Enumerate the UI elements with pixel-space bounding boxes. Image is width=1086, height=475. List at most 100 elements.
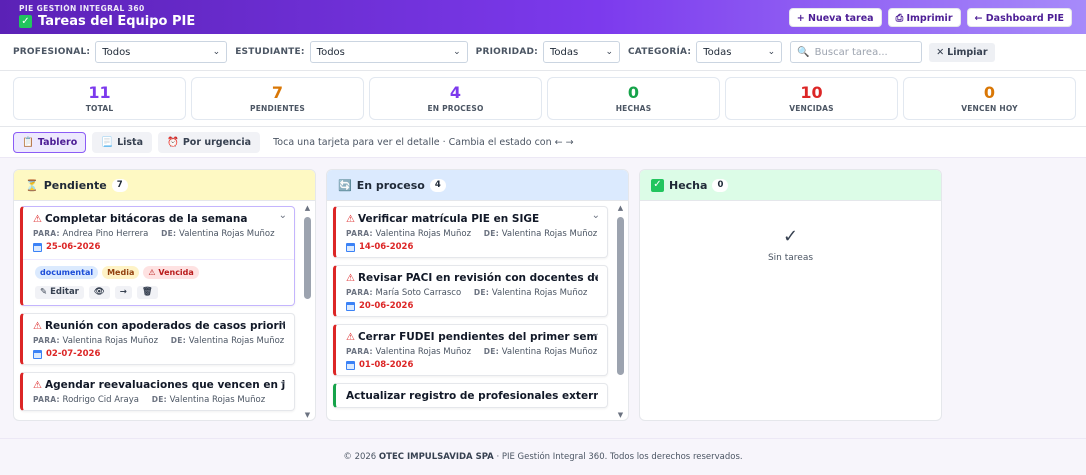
stat-overdue-label: VENCIDAS <box>789 104 834 113</box>
chevron-down-icon: ⌄ <box>453 47 461 57</box>
task-title-text: Agendar reevaluaciones que vencen en jul… <box>44 379 285 391</box>
tab-urgency-label: Por urgencia <box>182 136 252 148</box>
task-title-text: Actualizar registro de profesionales ext… <box>346 390 598 402</box>
column-done-header: ✓ Hecha 0 <box>640 170 941 201</box>
column-done-count: 0 <box>712 178 729 192</box>
priority-badge: Media <box>102 266 140 279</box>
tab-urgency[interactable]: ⏰ Por urgencia <box>158 131 261 153</box>
categoria-filter-label: CATEGORÍA: <box>627 47 692 57</box>
column-pending-count: 7 <box>111 178 128 192</box>
from-label: DE: <box>483 229 500 238</box>
task-card[interactable]: ⚠ Completar bitácoras de la semana ⌄ PAR… <box>20 206 295 306</box>
page-title: ✓ Tareas del Equipo PIE <box>19 14 195 29</box>
task-card[interactable]: Actualizar registro de profesionales ext… <box>333 383 608 408</box>
calendar-icon <box>346 360 355 370</box>
task-card-footer: documental Media ⚠ Vencida ✎ Editar 👁 → … <box>23 259 294 305</box>
clear-filters-button[interactable]: ✕ Limpiar <box>929 42 995 62</box>
column-pending-scrollbar[interactable]: ▲ ▼ <box>303 204 312 419</box>
task-due-date-text: 20-06-2026 <box>359 301 414 311</box>
column-done: ✓ Hecha 0 ✓ Sin tareas <box>639 169 942 421</box>
task-due-date: 20-06-2026 <box>346 301 598 311</box>
print-button[interactable]: ⎙ Imprimir <box>887 8 961 27</box>
stat-in-progress-label: EN PROCESO <box>427 104 484 113</box>
task-card[interactable]: ⚠ Verificar matrícula PIE en SIGE ⌄ PARA… <box>333 206 608 258</box>
card-menu-icon[interactable]: ⌄ <box>279 210 287 221</box>
profesional-select-value: Todos <box>102 46 131 58</box>
stat-overdue: 10 VENCIDAS <box>725 77 898 120</box>
dashboard-button[interactable]: ← Dashboard PIE <box>966 8 1072 27</box>
column-in-progress-scrollbar[interactable]: ▲ ▼ <box>616 204 625 419</box>
task-meta: PARA: Rodrigo Cid Araya DE: Valentina Ro… <box>33 395 285 405</box>
footer-copyright: © 2026 <box>343 452 377 462</box>
from-label: DE: <box>170 336 187 345</box>
warning-icon: ⚠ <box>346 272 355 284</box>
profesional-select[interactable]: Todos ⌄ <box>95 41 228 63</box>
task-title-text: Completar bitácoras de la semana <box>44 213 248 225</box>
task-due-date: 14-06-2026 <box>346 242 598 252</box>
view-hint: Toca una tarjeta para ver el detalle · C… <box>273 136 574 148</box>
search-icon: 🔍 <box>797 46 810 58</box>
task-due-date-text: 01-08-2026 <box>359 360 414 370</box>
task-card[interactable]: ⚠ Reunión con apoderados de casos priori… <box>20 313 295 365</box>
card-menu-icon[interactable]: ⌄ <box>279 317 287 328</box>
tab-board[interactable]: 📋 Tablero <box>13 131 87 153</box>
stat-done-value: 0 <box>627 83 640 102</box>
task-card[interactable]: ⚠ Revisar PACI en revisión con docentes … <box>333 265 608 317</box>
task-assignee: María Soto Carrasco <box>375 288 462 298</box>
scroll-down-icon[interactable]: ▼ <box>616 411 625 419</box>
task-due-date: 25-06-2026 <box>33 242 285 252</box>
tab-list[interactable]: 📃 Lista <box>92 131 152 153</box>
category-badge: documental <box>35 266 99 279</box>
tab-board-label: Tablero <box>37 136 78 148</box>
stat-due-today-value: 0 <box>983 83 996 102</box>
refresh-icon: 🔄 <box>338 178 352 192</box>
column-in-progress-cards: ⚠ Verificar matrícula PIE en SIGE ⌄ PARA… <box>333 206 608 415</box>
task-due-date-text: 25-06-2026 <box>46 242 101 252</box>
stat-total-label: TOTAL <box>85 104 114 113</box>
task-title: Actualizar registro de profesionales ext… <box>346 390 598 402</box>
card-menu-icon[interactable]: ⌄ <box>279 376 287 387</box>
delete-button[interactable]: 🗑 <box>136 286 158 299</box>
card-menu-icon[interactable]: ⌄ <box>592 210 600 221</box>
prioridad-select[interactable]: Todas ⌄ <box>542 41 620 63</box>
empty-state-text: Sin tareas <box>767 253 814 263</box>
column-pending-header: ⏳ Pendiente 7 <box>14 170 315 201</box>
estudiante-filter-label: ESTUDIANTE: <box>235 47 305 57</box>
page-title-text: Tareas del Equipo PIE <box>38 14 196 29</box>
task-meta: PARA: Andrea Pino Herrera DE: Valentina … <box>33 229 285 239</box>
task-card[interactable]: ⚠ Agendar reevaluaciones que vencen en j… <box>20 372 295 411</box>
stat-due-today-label: VENCEN HOY <box>961 104 1018 113</box>
search-input[interactable]: 🔍 Buscar tarea... <box>790 41 923 63</box>
from-label: DE: <box>161 229 177 238</box>
task-title: ⚠ Cerrar FUDEI pendientes del primer sem… <box>346 331 598 343</box>
move-right-button[interactable]: → <box>114 286 132 299</box>
scroll-thumb[interactable] <box>304 217 311 299</box>
column-done-body: ✓ Sin tareas <box>640 201 941 420</box>
scroll-up-icon[interactable]: ▲ <box>303 204 312 212</box>
scroll-up-icon[interactable]: ▲ <box>616 204 625 212</box>
task-title-text: Cerrar FUDEI pendientes del primer semes… <box>357 331 598 343</box>
view-button[interactable]: 👁 <box>88 286 110 299</box>
task-assignee: Valentina Rojas Muñoz <box>62 336 159 346</box>
calendar-icon <box>33 242 42 252</box>
task-tags: documental Media ⚠ Vencida <box>35 266 284 279</box>
estudiante-select[interactable]: Todos ⌄ <box>309 41 468 63</box>
to-label: PARA: <box>33 336 60 345</box>
card-menu-icon[interactable]: ⌄ <box>592 269 600 280</box>
task-creator: Valentina Rojas Muñoz <box>501 229 598 239</box>
categoria-select[interactable]: Todas ⌄ <box>696 41 783 63</box>
scroll-thumb[interactable] <box>617 217 624 375</box>
task-card[interactable]: ⚠ Cerrar FUDEI pendientes del primer sem… <box>333 324 608 376</box>
stat-due-today: 0 VENCEN HOY <box>903 77 1076 120</box>
edit-button[interactable]: ✎ Editar <box>35 286 84 299</box>
task-due-date-text: 02-07-2026 <box>46 349 101 359</box>
column-pending-cards: ⚠ Completar bitácoras de la semana ⌄ PAR… <box>20 206 295 418</box>
header-actions: + Nueva tarea ⎙ Imprimir ← Dashboard PIE <box>788 8 1072 27</box>
card-menu-icon[interactable]: ⌄ <box>592 328 600 339</box>
clipboard-icon: 📋 <box>22 136 34 148</box>
close-icon: ✕ <box>936 46 945 58</box>
scroll-down-icon[interactable]: ▼ <box>303 411 312 419</box>
new-task-button[interactable]: + Nueva tarea <box>788 8 882 27</box>
task-title: ⚠ Agendar reevaluaciones que vencen en j… <box>33 379 285 391</box>
task-title: ⚠ Verificar matrícula PIE en SIGE <box>346 213 598 225</box>
